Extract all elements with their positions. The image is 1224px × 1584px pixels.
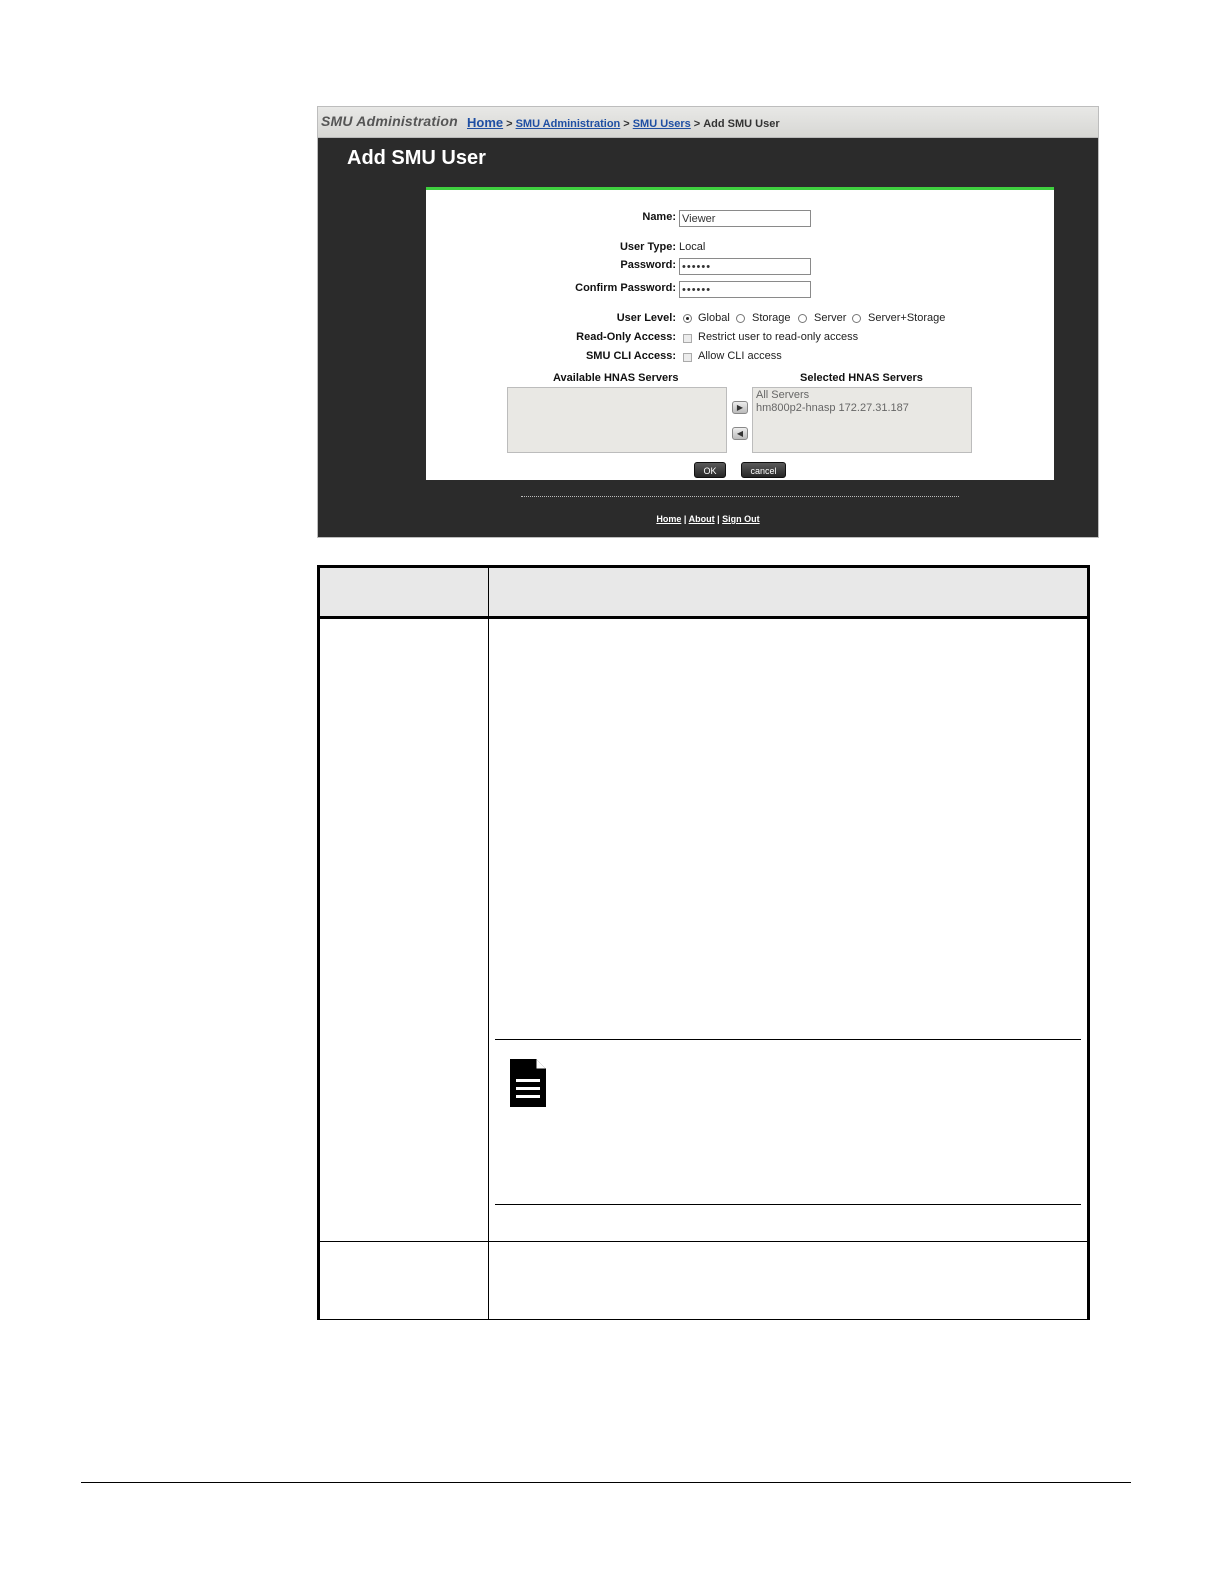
user-type-value: Local (679, 241, 706, 253)
password-input[interactable] (679, 258, 811, 275)
user-level-server-label: Server (814, 312, 847, 324)
ok-button[interactable]: OK (694, 462, 726, 478)
table-header-row (320, 568, 1087, 616)
table-border-bottom (317, 1319, 1090, 1320)
cli-access-checkbox[interactable] (683, 353, 692, 362)
breadcrumb-separator: > (506, 118, 513, 130)
user-level-global-label: Global (698, 312, 730, 324)
available-servers-label: Available HNAS Servers (553, 372, 679, 384)
read-only-checkbox[interactable] (683, 334, 692, 343)
footer-home-link[interactable]: Home (656, 514, 681, 524)
user-level-storage-radio[interactable] (736, 314, 745, 323)
footer-links: Home | About | Sign Out (318, 514, 1098, 524)
field-description-table (317, 565, 1090, 1320)
breadcrumb: Home > SMU Administration > SMU Users > Add SM… (467, 115, 780, 130)
user-level-storage-label: Storage (752, 312, 791, 324)
footer-separator: | (683, 514, 687, 524)
selected-servers-label: Selected HNAS Servers (800, 372, 923, 384)
arrow-left-icon[interactable]: ◀ (732, 427, 748, 440)
page-footer-rule (81, 1482, 1131, 1483)
breadcrumb-separator: > (693, 118, 701, 130)
arrow-right-icon[interactable]: ▶ (732, 401, 748, 414)
user-level-server-storage-radio[interactable] (852, 314, 861, 323)
breadcrumb-current: Add SMU User (703, 118, 780, 130)
cli-access-option-label: Allow CLI access (698, 350, 782, 362)
document-note-icon (508, 1057, 548, 1114)
name-input[interactable] (679, 210, 811, 227)
breadcrumb-smu-users-link[interactable]: SMU Users (633, 118, 691, 130)
selected-servers-list[interactable]: All Servers hm800p2-hnasp 172.27.31.187 (752, 387, 972, 453)
available-servers-list[interactable] (507, 387, 727, 453)
add-smu-user-screenshot: SMU Administration Home > SMU Administrati… (317, 106, 1099, 538)
read-only-access-label: Read-Only Access: (576, 331, 676, 343)
cancel-button[interactable]: cancel (741, 462, 786, 478)
table-border-left (317, 565, 320, 1320)
footer-sign-out-link[interactable]: Sign Out (722, 514, 760, 524)
footer-separator: | (717, 514, 720, 524)
confirm-password-input[interactable] (679, 281, 811, 298)
confirm-password-label: Confirm Password: (575, 282, 676, 294)
note-rule-top (495, 1039, 1081, 1040)
table-border-right (1087, 565, 1090, 1320)
note-rule-bottom (495, 1204, 1081, 1205)
add-user-form-panel: Name: User Type: Local Password: Confirm… (426, 187, 1054, 480)
name-label: Name: (642, 211, 676, 223)
page-title: Add SMU User (347, 147, 486, 169)
breadcrumb-smu-administration-link[interactable]: SMU Administration (516, 118, 621, 130)
top-bar: SMU Administration Home > SMU Administrati… (318, 107, 1098, 138)
breadcrumb-separator: > (623, 118, 630, 130)
list-item[interactable]: hm800p2-hnasp 172.27.31.187 (756, 402, 968, 415)
table-row-divider (317, 1241, 1090, 1242)
table-border-top (317, 565, 1090, 568)
user-level-server-radio[interactable] (798, 314, 807, 323)
footer-about-link[interactable]: About (689, 514, 715, 524)
password-label: Password: (620, 259, 676, 271)
read-only-option-label: Restrict user to read-only access (698, 331, 859, 343)
user-level-server-storage-label: Server+Storage (868, 312, 946, 324)
user-type-label: User Type: (619, 241, 676, 253)
app-title: SMU Administration (321, 113, 458, 129)
user-level-global-radio[interactable] (683, 314, 692, 323)
list-item[interactable]: All Servers (756, 389, 968, 402)
user-level-label: User Level: (616, 312, 676, 324)
footer-divider (521, 496, 959, 497)
table-header-divider (317, 616, 1090, 619)
smu-cli-access-label: SMU CLI Access: (585, 350, 676, 362)
table-column-divider (488, 565, 489, 1320)
breadcrumb-home-link[interactable]: Home (467, 115, 503, 130)
